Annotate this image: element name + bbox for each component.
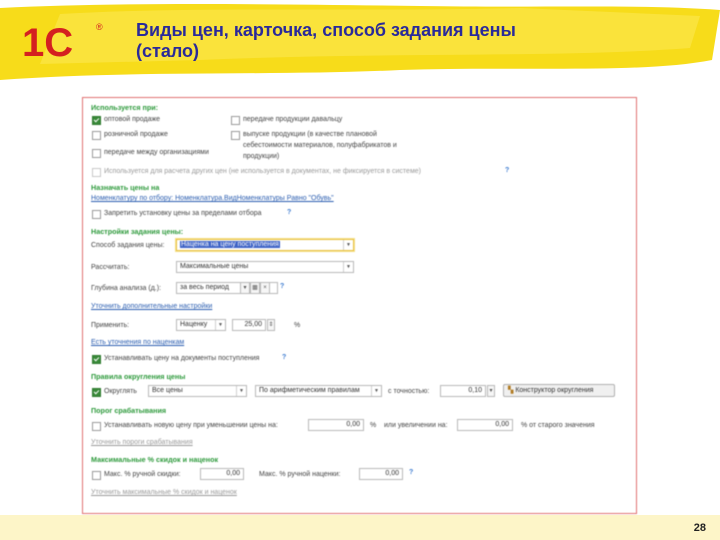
production-label-3: продукции) xyxy=(243,153,280,160)
other-prices-checkbox[interactable] xyxy=(92,168,101,177)
depth-label: Глубина анализа (д.): xyxy=(91,285,162,292)
all-prices-select[interactable]: Все цены ▼ xyxy=(148,385,247,397)
apply-unit: % xyxy=(294,322,301,329)
transfer-label: передаче между организациями xyxy=(104,149,209,156)
retail-label: розничной продаже xyxy=(104,131,168,138)
help-icon[interactable]: ? xyxy=(287,209,291,216)
depth-value: за весь период xyxy=(180,284,229,291)
apply-value: Наценку xyxy=(180,321,208,328)
dropdown-arrow-icon[interactable]: ▼ xyxy=(343,262,353,272)
other-prices-label: Используется для расчета других цен (не … xyxy=(104,168,421,175)
clear-icon[interactable]: × xyxy=(260,282,270,294)
1c-logo: 1С ® xyxy=(22,16,132,66)
precision-input[interactable]: 0,10 xyxy=(440,385,486,397)
threshold-heading: Порог срабатывания xyxy=(91,406,167,415)
pct-label: % xyxy=(370,422,377,429)
all-prices-value: Все цены xyxy=(152,387,183,394)
apply-label: Применить: xyxy=(91,322,130,329)
apply-select[interactable]: Наценку ▼ xyxy=(176,319,226,331)
help-icon[interactable]: ? xyxy=(505,167,509,174)
transfer-checkbox[interactable] xyxy=(92,149,101,158)
max-discount-input[interactable]: 0,00 xyxy=(200,468,244,480)
from-old-label: % от старого значения xyxy=(521,422,595,429)
giver-transfer-label: передаче продукции давальцу xyxy=(243,116,343,123)
rounding-heading: Правила округления цены xyxy=(91,372,186,381)
set-new-price-checkbox[interactable] xyxy=(92,422,101,431)
round-label: Округлять xyxy=(104,388,137,395)
max-pct-checkbox[interactable] xyxy=(92,471,101,480)
assign-heading: Назначать цены на xyxy=(91,183,160,192)
set-new-price-label: Устанавливать новую цену при уменьшении … xyxy=(104,422,278,429)
wholesale-checkbox[interactable] xyxy=(92,116,101,125)
max-markup-input[interactable]: 0,00 xyxy=(359,468,403,480)
calc-select[interactable]: Максимальные цены ▼ xyxy=(176,261,354,273)
constructor-label: Конструктор округления xyxy=(515,387,594,394)
threshold-link[interactable]: Уточнить пороги срабатывания xyxy=(91,439,193,446)
logo-text: 1С xyxy=(22,21,73,65)
increase-input[interactable]: 0,00 xyxy=(457,419,513,431)
dropdown-arrow-icon[interactable]: ▼ xyxy=(215,320,225,330)
production-label-1: выпуске продукции (в качестве плановой xyxy=(243,131,377,138)
forbid-label: Запретить установку цены за пределами от… xyxy=(104,210,262,217)
precision-label: с точностью: xyxy=(388,388,430,395)
precision-dropdown-icon[interactable]: ▾ xyxy=(487,385,495,397)
dropdown-arrow-icon[interactable]: ▼ xyxy=(236,386,246,396)
method-select[interactable]: Наценка на цену поступления ▼ xyxy=(176,239,354,251)
set-on-receipt-checkbox[interactable] xyxy=(92,355,101,364)
markup-link[interactable]: Есть уточнения по наценкам xyxy=(91,339,184,346)
rounding-rule-select[interactable]: По арифметическим правилам ▼ xyxy=(255,385,382,397)
more-settings-link[interactable]: Уточнить дополнительные настройки xyxy=(91,303,212,310)
help-icon[interactable]: ? xyxy=(280,283,284,290)
max-pct-link[interactable]: Уточнить максимальные % скидок и наценок xyxy=(91,489,237,496)
max-markup-label: Макс. % ручной наценки: xyxy=(259,471,341,478)
production-checkbox[interactable] xyxy=(231,131,240,140)
footer-band xyxy=(0,515,720,540)
help-icon[interactable]: ? xyxy=(282,354,286,361)
price-type-form: Используется при: оптовой продаже рознич… xyxy=(82,97,637,514)
method-label: Способ задания цены: xyxy=(91,242,165,249)
page-number: 28 xyxy=(693,522,706,534)
registered-mark: ® xyxy=(96,22,103,32)
set-on-receipt-label: Устанавливать цену на документы поступле… xyxy=(104,355,260,362)
dropdown-arrow-icon[interactable]: ▼ xyxy=(343,240,353,250)
giver-transfer-checkbox[interactable] xyxy=(231,116,240,125)
round-checkbox[interactable] xyxy=(92,388,101,397)
stepper-icon[interactable]: ⇕ xyxy=(267,319,275,331)
production-label-2: себестоимости материалов, полуфабрикатов… xyxy=(243,142,397,149)
max-discount-label: Макс. % ручной скидки: xyxy=(104,471,181,478)
depth-dropdown-icon[interactable]: ▾ xyxy=(240,282,250,294)
decrease-input[interactable]: 0,00 xyxy=(308,419,364,431)
calc-label: Рассчитать: xyxy=(91,264,130,271)
forbid-checkbox[interactable] xyxy=(92,210,101,219)
calc-value: Максимальные цены xyxy=(180,263,249,270)
rounding-constructor-button[interactable]: ▚ Конструктор округления xyxy=(503,384,615,397)
used-in-heading: Используется при: xyxy=(91,103,159,112)
retail-checkbox[interactable] xyxy=(92,131,101,140)
max-pct-heading: Максимальные % скидок и наценок xyxy=(91,455,219,464)
page-title: Виды цен, карточка, способ задания цены … xyxy=(136,20,516,61)
apply-number-input[interactable]: 25,00 xyxy=(232,319,266,331)
calendar-icon[interactable]: ▦ xyxy=(250,282,260,294)
help-icon[interactable]: ? xyxy=(409,469,413,476)
settings-heading: Настройки задания цены: xyxy=(91,227,184,236)
rounding-rule-value: По арифметическим правилам xyxy=(259,387,360,394)
method-value: Наценка на цену поступления xyxy=(180,241,280,248)
filter-link[interactable]: Номенклатуру по отбору: Номенклатура.Вид… xyxy=(91,195,334,202)
dropdown-arrow-icon[interactable]: ▼ xyxy=(371,386,381,396)
wholesale-label: оптовой продаже xyxy=(104,116,161,123)
or-increase-label: или увеличении на: xyxy=(384,422,448,429)
